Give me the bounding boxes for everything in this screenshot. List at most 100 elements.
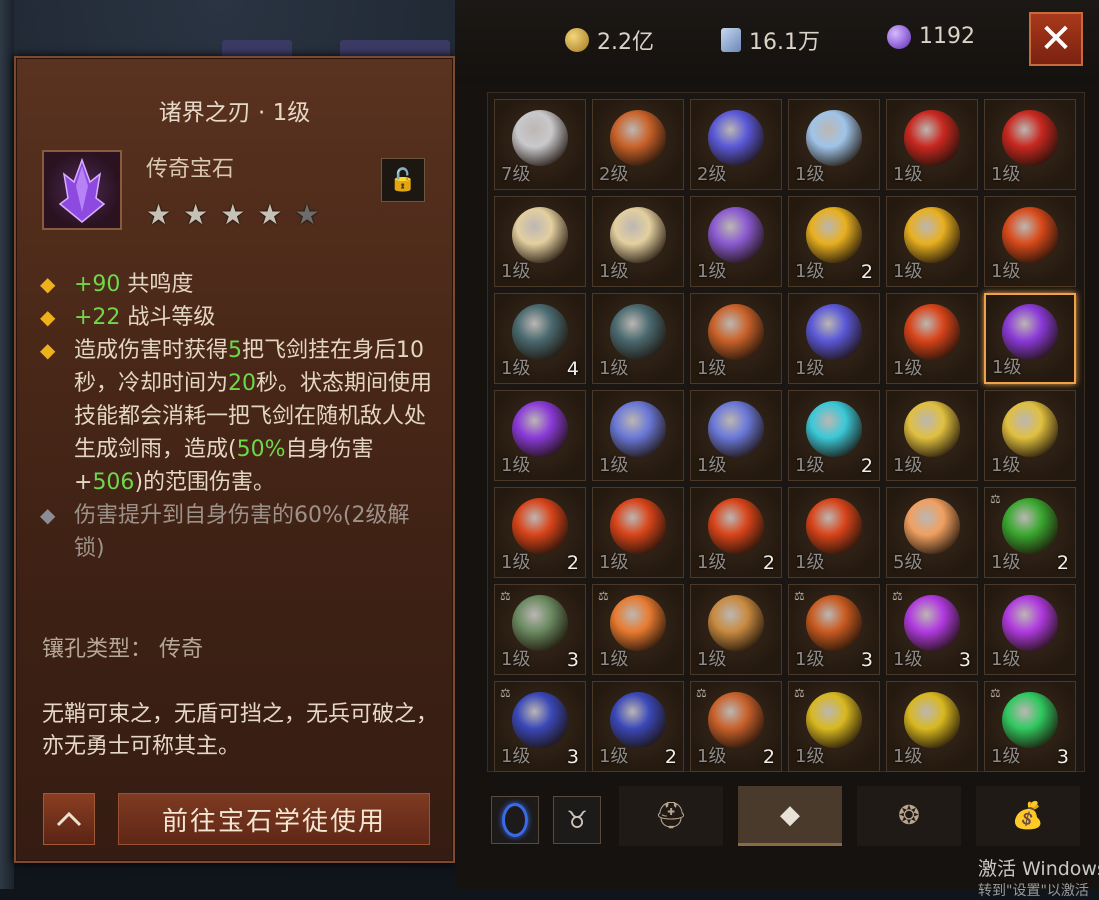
- resonance-label: 共鸣度: [120, 272, 194, 297]
- gem-icon: [806, 207, 862, 264]
- gem-level: 1级: [697, 358, 727, 379]
- gem-level: 1级: [991, 455, 1021, 476]
- gem-slot[interactable]: 1级: [984, 390, 1076, 481]
- gem-slot[interactable]: ⚖ 1级 3: [984, 681, 1076, 772]
- gem-slot[interactable]: ⚖ 1级 3: [886, 584, 978, 675]
- gold-coin-icon: [565, 28, 589, 52]
- gem-slot[interactable]: 1级: [984, 293, 1076, 384]
- gem-slot[interactable]: ⚖ 1级 2: [690, 681, 782, 772]
- gem-icon: [610, 692, 666, 749]
- gem-count: 3: [958, 649, 971, 671]
- gem-slot[interactable]: 2级: [592, 99, 684, 190]
- star-icon: ★: [257, 198, 283, 231]
- gem-count: 2: [566, 552, 579, 574]
- blue-portal-button[interactable]: [491, 796, 539, 844]
- gem-slot[interactable]: 1级: [984, 196, 1076, 287]
- gem-stats: ◆ +90 共鸣度 ◆ +22 战斗等级 ◆ 造成伤害时获得5把飞剑挂在身后10…: [40, 268, 440, 565]
- gem-level: 1级: [795, 455, 825, 476]
- gem-slot[interactable]: ⚖ 1级: [788, 681, 880, 772]
- gem-slot[interactable]: 1级: [592, 487, 684, 578]
- gem-slot[interactable]: 1级: [690, 584, 782, 675]
- demon-mask-button[interactable]: ♉: [553, 796, 601, 844]
- gem-slot[interactable]: 1级: [788, 99, 880, 190]
- gold-amount: 2.2亿: [597, 30, 654, 55]
- gem-icon: [904, 110, 960, 167]
- gem-count: 3: [860, 649, 873, 671]
- gem-count: 3: [566, 746, 579, 768]
- gem-level: 1级: [893, 358, 923, 379]
- gem-slot[interactable]: 1级 2: [690, 487, 782, 578]
- gem-level: 2级: [697, 164, 727, 185]
- gem-level: 1级: [697, 552, 727, 573]
- gem-slot[interactable]: 1级: [886, 293, 978, 384]
- gem-slot[interactable]: 1级: [886, 390, 978, 481]
- gem-slot[interactable]: 1级 2: [592, 681, 684, 772]
- lock-icon: 🔓: [389, 167, 417, 193]
- gem-slot[interactable]: 1级: [592, 196, 684, 287]
- tab-bag[interactable]: 💰: [976, 786, 1080, 846]
- socket-type: 镶孔类型： 传奇: [42, 637, 203, 662]
- inventory-tab-bar: ♉ ⛑ ◆ ❂ 💰: [487, 782, 1099, 852]
- gem-slot[interactable]: 1级: [690, 390, 782, 481]
- gem-slot[interactable]: 1级: [494, 390, 586, 481]
- gem-slot[interactable]: 1级: [592, 293, 684, 384]
- gem-icon: [610, 304, 666, 361]
- gem-slot[interactable]: 1级: [886, 196, 978, 287]
- gem-slot[interactable]: 1级: [788, 293, 880, 384]
- close-button[interactable]: ✕: [1029, 12, 1083, 66]
- collapse-button[interactable]: [43, 793, 95, 845]
- tab-charms[interactable]: ❂: [857, 786, 961, 846]
- gem-icon: [1002, 401, 1058, 458]
- gem-slot[interactable]: 1级: [886, 99, 978, 190]
- gem-level: 1级: [893, 455, 923, 476]
- gem-grid: 7级 2级 2级 1级 1级 1级 1级 1级 1级 1级 2 1级 1级 1级 4 1级 1级 1级 1级 1级 1级…: [487, 92, 1085, 772]
- gem-slot[interactable]: 1级 4: [494, 293, 586, 384]
- gem-slot[interactable]: 1级 2: [788, 390, 880, 481]
- gem-slot[interactable]: 1级: [886, 681, 978, 772]
- gem-slot[interactable]: ⚖ 1级: [592, 584, 684, 675]
- gem-slot[interactable]: 1级: [984, 584, 1076, 675]
- purple-crystal-icon: [58, 157, 106, 223]
- gem-slot[interactable]: 1级 2: [494, 487, 586, 578]
- gem-slot[interactable]: ⚖ 1级 3: [494, 681, 586, 772]
- gem-slot[interactable]: ⚖ 1级 2: [984, 487, 1076, 578]
- effect-text: 造成伤害时获得5把飞剑挂在身后10秒，冷却时间为20秒。状态期间使用技能都会消耗…: [74, 338, 433, 495]
- windows-activation-hint: 转到"设置"以激活: [978, 883, 1089, 899]
- gem-slot[interactable]: 1级: [690, 196, 782, 287]
- gem-slot[interactable]: ⚖ 1级 3: [494, 584, 586, 675]
- gem-slot[interactable]: 1级: [788, 487, 880, 578]
- gem-icon: [806, 401, 862, 458]
- gem-level: 1级: [599, 552, 629, 573]
- gem-icon: [806, 498, 862, 555]
- go-to-gem-apprentice-button[interactable]: 前往宝石学徒使用: [118, 793, 430, 845]
- lock-button[interactable]: 🔓: [381, 158, 425, 202]
- star-icon: ★: [146, 198, 172, 231]
- gem-level: 1级: [501, 358, 531, 379]
- gem-level: 1级: [501, 552, 531, 573]
- gem-level: 1级: [501, 649, 531, 670]
- gem-slot[interactable]: 1级 2: [788, 196, 880, 287]
- gem-slot[interactable]: 2级: [690, 99, 782, 190]
- gem-level: 1级: [893, 649, 923, 670]
- gem-slot[interactable]: 1级: [690, 293, 782, 384]
- gem-slot[interactable]: ⚖ 1级 3: [788, 584, 880, 675]
- gem-slot[interactable]: 7级: [494, 99, 586, 190]
- gem-slot[interactable]: 5级: [886, 487, 978, 578]
- gem-slot[interactable]: 1级: [984, 99, 1076, 190]
- gem-rarity: 传奇宝石: [146, 157, 235, 182]
- purple-orb-icon: [887, 24, 911, 49]
- bound-icon: ⚖: [794, 686, 805, 700]
- gem-slot[interactable]: 1级: [494, 196, 586, 287]
- gem-icon: [610, 207, 666, 264]
- gold-display: 2.2亿: [565, 24, 654, 56]
- gem-icon: [610, 498, 666, 555]
- gem-level: 2级: [599, 164, 629, 185]
- gem-slot[interactable]: 1级: [592, 390, 684, 481]
- star-icon: ★: [183, 198, 209, 231]
- tab-gems[interactable]: ◆: [738, 786, 842, 846]
- combat-level-value: +22: [74, 305, 121, 330]
- gem-count: 2: [860, 261, 873, 283]
- platinum-display: 16.1万: [721, 24, 820, 56]
- tab-helmet[interactable]: ⛑: [619, 786, 723, 846]
- gem-title: 诸界之刃 · 1级: [158, 100, 311, 126]
